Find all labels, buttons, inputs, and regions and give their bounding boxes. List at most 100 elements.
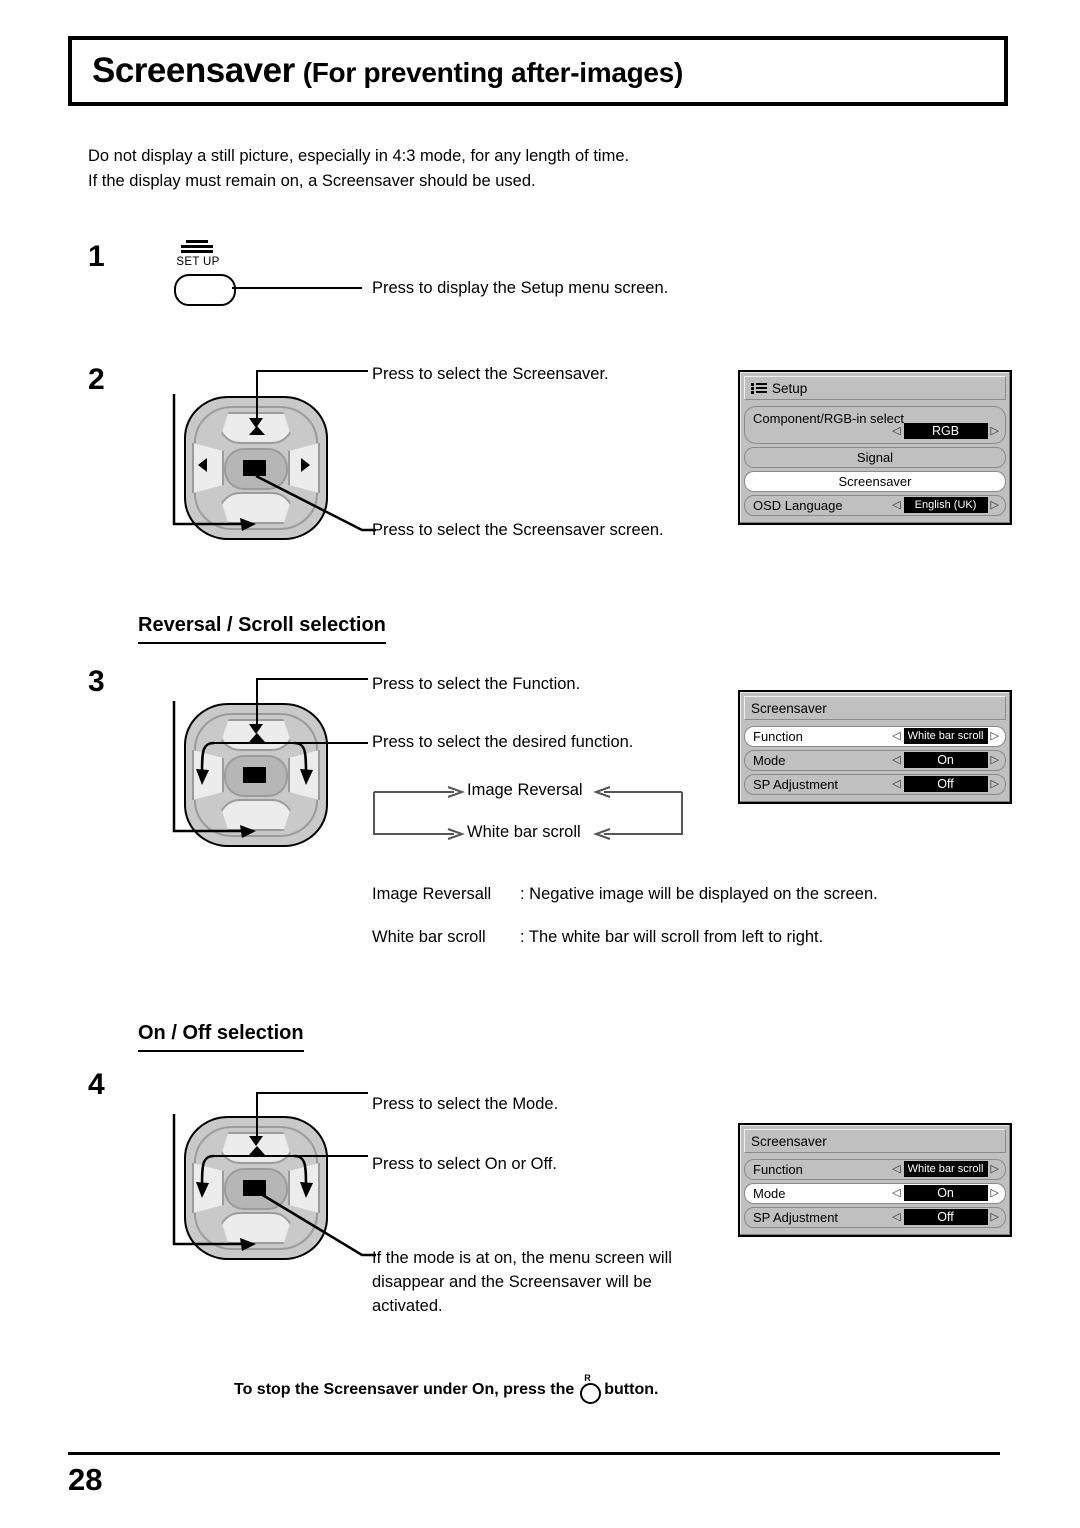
step-number-2: 2 (88, 363, 105, 396)
page-title-main: Screensaver (92, 51, 295, 90)
stop-screensaver-note: To stop the Screensaver under On, press … (234, 1373, 659, 1404)
definition-sep-2: : (520, 928, 529, 946)
callout-arrow-down-step3 (249, 724, 263, 734)
left-arrow-icon[interactable]: ◁ (892, 1209, 900, 1225)
stop-note-after: button. (604, 1381, 659, 1398)
leader-line-step1 (232, 287, 362, 289)
osd-row-value: RGB (903, 423, 988, 439)
page-title: Screensaver (For preventing after-images… (68, 36, 1008, 106)
step3-caption-mid: Press to select the desired function. (372, 733, 634, 751)
stop-note-before: To stop the Screensaver under On, press … (234, 1381, 575, 1398)
osd-setup-title: Setup (772, 380, 808, 396)
definition-term-2: White bar scroll (372, 928, 486, 946)
r-button-letter: R (584, 1373, 591, 1383)
page-title-sub: (For preventing after-images) (302, 56, 684, 88)
left-arrow-icon[interactable]: ◁ (892, 728, 900, 744)
osd-row-value: White bar scroll (903, 1161, 988, 1177)
left-arrow-icon[interactable]: ◁ (892, 1161, 900, 1177)
dpad-callout-lines-step3 (172, 701, 313, 838)
osd-row-sp-adjustment[interactable]: SP Adjustment ◁ Off ▷ (744, 774, 1006, 795)
step2-caption-bottom: Press to select the Screensaver screen. (372, 521, 664, 539)
dpad-control-step3[interactable] (170, 697, 338, 849)
callout-arrow-down-step2 (249, 418, 263, 428)
osd-row-value-group[interactable]: ◁ On ▷ (892, 1185, 999, 1201)
step4-caption-top: Press to select the Mode. (372, 1095, 559, 1113)
left-arrow-icon[interactable]: ◁ (892, 752, 900, 768)
osd-row-value-group[interactable]: ◁ On ▷ (892, 752, 999, 768)
step-number-1: 1 (88, 240, 105, 273)
osd-row-label: OSD Language (753, 498, 843, 513)
definition-row-1: Image Reversall: Negative image will be … (372, 882, 878, 906)
definition-desc-2: The white bar will scroll from left to r… (528, 928, 824, 946)
osd-row-sp-adjustment[interactable]: SP Adjustment ◁ Off ▷ (744, 1207, 1006, 1228)
page-number: 28 (68, 1462, 103, 1497)
osd-row-value-group[interactable]: ◁ RGB ▷ (892, 423, 999, 439)
right-arrow-icon[interactable]: ▷ (991, 423, 999, 439)
osd-screensaver-title: Screensaver (751, 1133, 827, 1149)
osd-row-function[interactable]: Function ◁ White bar scroll ▷ (744, 1159, 1006, 1180)
callout-arrow-down-step4 (249, 1136, 263, 1146)
osd-row-mode[interactable]: Mode ◁ On ▷ (744, 750, 1006, 771)
osd-row-component-rgb[interactable]: Component/RGB-in select ◁ RGB ▷ (744, 406, 1006, 444)
left-arrow-icon[interactable]: ◁ (892, 497, 900, 513)
osd-row-value-group[interactable]: ◁ Off ▷ (892, 776, 999, 792)
right-arrow-icon[interactable]: ▷ (991, 776, 999, 792)
osd-screensaver-header-step4: Screensaver (744, 1129, 1006, 1153)
right-arrow-icon[interactable]: ▷ (991, 728, 999, 744)
step-number-4: 4 (88, 1068, 105, 1101)
osd-row-value-group[interactable]: ◁ Off ▷ (892, 1209, 999, 1225)
leader-line-step4-up-h (256, 1092, 368, 1094)
leader-line-step2-up (256, 370, 258, 422)
osd-screensaver-header-step3: Screensaver (744, 696, 1006, 720)
osd-row-mode[interactable]: Mode ◁ On ▷ (744, 1183, 1006, 1204)
osd-row-label: SP Adjustment (753, 1210, 839, 1225)
osd-row-label: Signal (856, 450, 894, 465)
right-arrow-icon[interactable]: ▷ (991, 1209, 999, 1225)
manual-page: Screensaver (For preventing after-images… (0, 0, 1080, 1528)
right-arrow-icon[interactable]: ▷ (991, 752, 999, 768)
osd-setup-header: Setup (744, 376, 1006, 400)
osd-row-label: Function (753, 729, 803, 744)
definition-desc-1: Negative image will be displayed on the … (529, 885, 878, 903)
right-arrow-icon[interactable]: ▷ (991, 497, 999, 513)
osd-row-value: English (UK) (903, 497, 988, 513)
section-heading-reversal-scroll: Reversal / Scroll selection (138, 614, 386, 644)
definition-row-2: White bar scroll: The white bar will scr… (372, 925, 823, 949)
osd-row-value-group[interactable]: ◁ White bar scroll ▷ (892, 728, 999, 744)
osd-row-value-group[interactable]: ◁ White bar scroll ▷ (892, 1161, 999, 1177)
step4-caption-bottom: If the mode is at on, the menu screen wi… (372, 1249, 672, 1315)
osd-row-osd-language[interactable]: OSD Language ◁ English (UK) ▷ (744, 495, 1006, 516)
r-button-icon: R (579, 1373, 602, 1404)
leader-line-step3-up-h (256, 678, 368, 680)
osd-screensaver-panel-step3: Screensaver Function ◁ White bar scroll … (738, 690, 1012, 804)
osd-row-label: Mode (753, 1186, 786, 1201)
left-arrow-icon[interactable]: ◁ (892, 423, 900, 439)
leader-line-step2-up-h (256, 370, 368, 372)
osd-setup-panel: Setup Component/RGB-in select ◁ RGB ▷ Si… (738, 370, 1012, 525)
osd-row-signal[interactable]: Signal (744, 447, 1006, 468)
osd-row-value: On (903, 1185, 988, 1201)
step-number-3: 3 (88, 665, 105, 698)
step2-caption-top: Press to select the Screensaver. (372, 365, 609, 383)
osd-row-screensaver[interactable]: Screensaver (744, 471, 1006, 492)
osd-row-value: On (903, 752, 988, 768)
leader-line-step2-center (255, 474, 376, 532)
loop-option-2: White bar scroll (467, 823, 581, 841)
function-loop-diagram: Image Reversal White bar scroll (372, 778, 684, 848)
osd-row-label: SP Adjustment (753, 777, 839, 792)
intro-line-1: Do not display a still picture, especial… (88, 147, 630, 165)
leader-line-step4-center (255, 1189, 376, 1257)
loop-option-1: Image Reversal (467, 781, 583, 799)
left-arrow-icon[interactable]: ◁ (892, 1185, 900, 1201)
right-arrow-icon[interactable]: ▷ (991, 1161, 999, 1177)
intro-text: Do not display a still picture, especial… (88, 144, 908, 194)
left-arrow-icon[interactable]: ◁ (892, 776, 900, 792)
osd-row-value-group[interactable]: ◁ English (UK) ▷ (892, 497, 999, 513)
step3-caption-top: Press to select the Function. (372, 675, 581, 693)
osd-screensaver-title: Screensaver (751, 700, 827, 716)
setup-button[interactable] (174, 274, 236, 306)
leader-line-step3-up (256, 678, 258, 728)
right-arrow-icon[interactable]: ▷ (991, 1185, 999, 1201)
intro-line-2: If the display must remain on, a Screens… (88, 172, 536, 190)
osd-row-function[interactable]: Function ◁ White bar scroll ▷ (744, 726, 1006, 747)
